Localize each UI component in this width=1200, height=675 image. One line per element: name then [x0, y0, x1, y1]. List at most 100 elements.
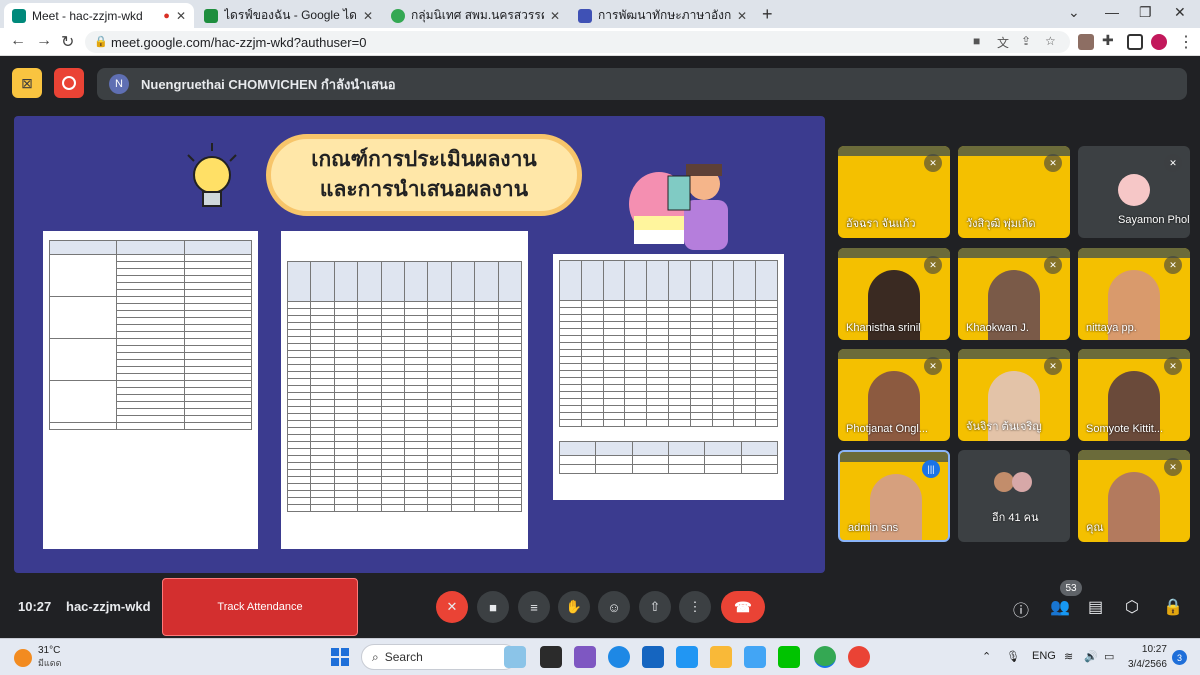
tab-supervision-group[interactable]: กลุ่มนิเทศ สพม.นครสวรรค์ ✕ — [383, 3, 568, 28]
participant-tile[interactable]: ✕ วังสิวุฒิ พุ่มเกิด — [958, 146, 1070, 238]
close-tab-icon[interactable]: ✕ — [737, 9, 747, 23]
extension-icon[interactable] — [1078, 34, 1094, 50]
mic-tray-icon[interactable]: 🎙 — [1006, 650, 1020, 663]
more-vert-icon: ⋮ — [688, 599, 702, 614]
participant-tile[interactable]: ✕ Sayamon Phol... — [1078, 146, 1190, 238]
participant-video — [1108, 472, 1160, 542]
more-options-button[interactable]: ⋮ — [679, 591, 711, 623]
translate-icon[interactable]: 文 — [997, 34, 1009, 51]
lightbulb-icon — [187, 143, 237, 207]
taskbar-clock[interactable]: 10:27 3/4/2566 — [1128, 642, 1167, 672]
meet-window: ⊠ N Nuengruethai CHOMVICHEN กำลังนำเสนอ … — [0, 56, 1200, 638]
close-window-icon[interactable]: ✕ — [1174, 4, 1186, 21]
menu-kebab-icon[interactable]: ⋮ — [1178, 32, 1194, 52]
url-text[interactable]: meet.google.com/hac-zzjm-wkd?authuser=0 — [111, 35, 366, 50]
more-participants-tile[interactable]: อีก 41 คน — [958, 450, 1070, 542]
participant-tile[interactable]: ✕ อัจฉรา จันแก้ว — [838, 146, 950, 238]
participant-tile[interactable]: ✕ Khaokwan J. — [958, 248, 1070, 340]
camera-icon[interactable]: ■ — [973, 34, 980, 48]
wifi-icon[interactable]: ≋ — [1064, 650, 1073, 663]
weather-widget[interactable]: 31°C มีแดด — [14, 645, 61, 670]
present-stop-button[interactable]: ⊠ — [12, 68, 42, 98]
mic-toggle-button[interactable]: ✕ — [436, 591, 468, 623]
forward-icon[interactable]: → — [36, 32, 52, 50]
participant-tile-self[interactable]: ✕ คุณ — [1078, 450, 1190, 542]
activities-icon[interactable]: ⬡ — [1125, 597, 1139, 617]
tab-title: Meet - hac-zzjm-wkd — [32, 8, 143, 23]
profile-avatar[interactable] — [1151, 34, 1167, 50]
people-icon[interactable]: 👥 — [1050, 597, 1070, 617]
teams-chat-icon[interactable] — [574, 646, 596, 668]
tray-chevron-icon[interactable]: ⌃ — [982, 650, 991, 663]
clock-time: 10:27 — [1141, 644, 1167, 655]
tab-drive[interactable]: ไดรฟ์ของฉัน - Google ไดรฟ์ ✕ — [196, 3, 381, 28]
sidepanel-icon[interactable] — [1127, 34, 1143, 50]
omnibox[interactable]: 🔒 meet.google.com/hac-zzjm-wkd?authuser=… — [85, 31, 1070, 53]
search-highlight-icon[interactable] — [504, 646, 526, 668]
speaking-indicator-icon: ||| — [922, 460, 940, 478]
close-tab-icon[interactable]: ✕ — [363, 9, 373, 23]
task-view-icon[interactable] — [540, 646, 562, 668]
close-tab-icon[interactable]: ✕ — [550, 9, 560, 23]
mic-off-icon: ✕ — [924, 154, 942, 172]
start-button[interactable] — [331, 648, 349, 666]
participant-tile-speaking[interactable]: ||| admin sns — [838, 450, 950, 542]
chrome-icon[interactable] — [814, 646, 836, 668]
word-icon[interactable] — [642, 646, 664, 668]
drive-favicon-icon — [204, 8, 218, 23]
captions-button[interactable]: ≡ — [518, 591, 550, 623]
mic-off-icon: ✕ — [1164, 357, 1182, 375]
file-explorer-icon[interactable] — [710, 646, 732, 668]
back-icon[interactable]: ← — [10, 32, 26, 50]
present-now-button[interactable]: ⇧ — [639, 591, 671, 623]
taskbar-search[interactable]: ⌕ Search — [361, 644, 517, 670]
bookmark-star-icon[interactable]: ☆ — [1045, 34, 1056, 48]
raise-hand-button[interactable]: ✋ — [558, 591, 590, 623]
presentation-slide: เกณฑ์การประเมินผลงาน และการนำเสนอผลงาน — [14, 116, 825, 573]
share-icon[interactable]: ⇪ — [1021, 34, 1031, 48]
new-tab-button[interactable]: + — [762, 4, 773, 25]
line-icon[interactable] — [778, 646, 800, 668]
criteria-document — [43, 231, 258, 549]
reactions-button[interactable]: ☺ — [598, 591, 630, 623]
weather-desc: มีแดด — [38, 658, 62, 668]
battery-icon[interactable]: ▭ — [1104, 650, 1114, 663]
volume-icon[interactable]: 🔊 — [1084, 650, 1098, 663]
reload-icon[interactable]: ↻ — [61, 32, 74, 52]
restore-icon[interactable]: ❐ — [1139, 4, 1152, 21]
close-tab-icon[interactable]: ✕ — [176, 9, 186, 23]
tab-search-icon[interactable]: ⌄ — [1068, 4, 1080, 21]
participant-name: จันจิรา ต้นเจริญ — [966, 421, 1042, 433]
clock-date: 3/4/2566 — [1128, 659, 1167, 670]
criteria-table — [48, 240, 253, 430]
recording-button[interactable] — [54, 68, 84, 98]
host-controls-icon[interactable]: 🔒 — [1163, 597, 1183, 617]
track-attendance-button[interactable]: Track Attendance — [162, 578, 358, 636]
app-l-icon[interactable] — [676, 646, 698, 668]
language-indicator[interactable]: ENG — [1032, 650, 1056, 662]
camera-toggle-button[interactable]: ■ — [477, 591, 509, 623]
person-with-tablet-illustration — [629, 164, 728, 250]
participant-tile[interactable]: ✕ Khanistha srinil — [838, 248, 950, 340]
info-icon[interactable]: ⓘ — [1013, 597, 1029, 621]
tab-english-skills[interactable]: การพัฒนาทักษะภาษาอังกฤษ English ✕ — [570, 3, 755, 28]
edge-icon[interactable] — [608, 646, 630, 668]
chrome-profile-icon[interactable] — [848, 646, 870, 668]
notification-badge[interactable]: 3 — [1172, 650, 1187, 665]
screen-off-icon: ⊠ — [21, 74, 33, 91]
mic-off-icon: ✕ — [1164, 154, 1182, 172]
minimize-icon[interactable]: — — [1105, 4, 1119, 20]
participant-tile[interactable]: ✕ Photjanat Ongl... — [838, 349, 950, 441]
puzzle-icon[interactable]: ✚ — [1102, 32, 1114, 49]
chat-icon[interactable]: ▤ — [1088, 597, 1103, 617]
tab-meet[interactable]: Meet - hac-zzjm-wkd ● ✕ — [4, 3, 194, 28]
mail-icon[interactable] — [744, 646, 766, 668]
form-heading — [281, 231, 528, 261]
mic-off-icon: ✕ — [1044, 154, 1062, 172]
leave-call-button[interactable]: ☎ — [721, 591, 765, 623]
participant-tile[interactable]: ✕ Somyote Kittit... — [1078, 349, 1190, 441]
participant-tile[interactable]: ✕ จันจิรา ต้นเจริญ — [958, 349, 1070, 441]
participant-tile[interactable]: ✕ nittaya pp. — [1078, 248, 1190, 340]
lock-icon[interactable]: 🔒 — [94, 35, 108, 48]
mic-off-icon: ✕ — [924, 256, 942, 274]
